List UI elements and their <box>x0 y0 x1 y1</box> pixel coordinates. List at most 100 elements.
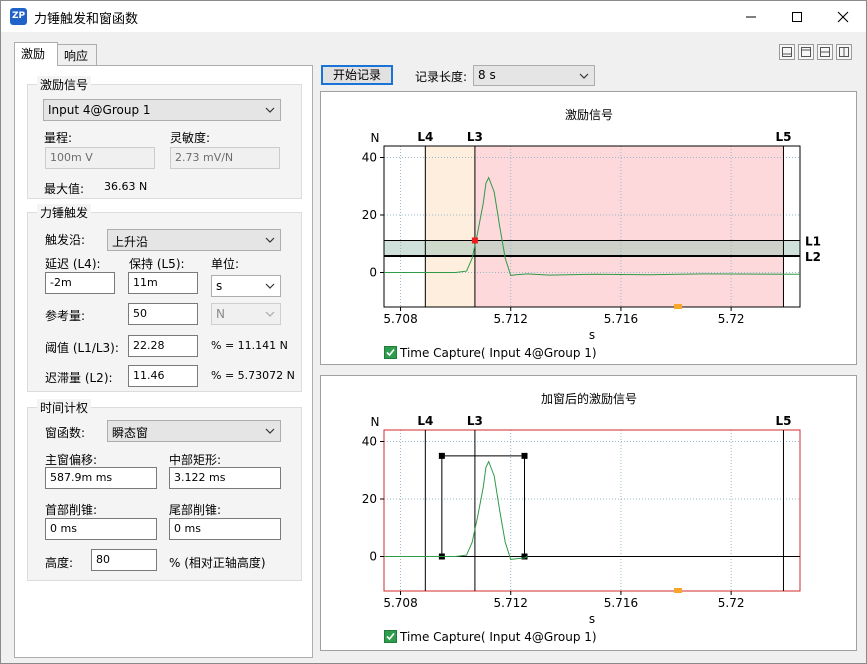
title-bar[interactable]: ZP 力锤触发和窗函数 <box>1 1 866 32</box>
trigger-point-marker <box>471 237 478 244</box>
x-axis-label: s <box>589 328 595 342</box>
hold-label: 保持 (L5): <box>129 257 185 271</box>
channel-select[interactable]: Input 4@Group 1 <box>43 99 281 121</box>
sensitivity-label: 灵敏度: <box>170 131 211 145</box>
layout-split-h-button[interactable] <box>817 44 833 60</box>
layout-single-icon <box>782 47 792 57</box>
legend-label: Time Capture( Input 4@Group 1) <box>400 346 597 360</box>
reference-value: 50 <box>133 307 147 320</box>
layout-single-button[interactable] <box>779 44 795 60</box>
threshold-input[interactable]: 22.28 <box>128 335 198 357</box>
hold-value: 11m <box>133 276 158 289</box>
plot-frame <box>383 429 801 592</box>
unit-select[interactable]: s <box>211 275 281 297</box>
delay-input[interactable]: -2m <box>45 272 115 294</box>
x-tick-label: 5.712 <box>494 312 528 326</box>
middle-rect-label: 中部矩形: <box>169 453 222 467</box>
excitation-chart[interactable]: 激励信号 5.708 5.712 5.716 5.72 0 20 40 Ns L4 L3 L5 L1 L2 <box>321 92 858 366</box>
excitation-chart-panel: 激励信号 5.708 5.712 5.716 5.72 0 20 40 Ns L4 L3 L5 L1 L2… <box>320 91 857 365</box>
threshold-label: 阈值 (L1/L3): <box>45 341 119 355</box>
minimize-button[interactable] <box>728 1 774 32</box>
close-icon <box>837 11 849 23</box>
trigger-edge-label: 触发沿: <box>45 233 86 247</box>
layout-top-icon <box>801 47 811 57</box>
marker-label-l3: L3 <box>467 414 483 428</box>
excitation-tab-panel: 激励信号 Input 4@Group 1 量程: 灵敏度: 100m V 2.7… <box>14 65 313 658</box>
max-value-label: 最大值: <box>44 182 85 196</box>
unit-value: s <box>216 279 223 293</box>
chevron-down-icon <box>265 237 275 243</box>
height-note: % (相对正轴高度) <box>169 556 266 570</box>
head-taper-input[interactable]: 0 ms <box>45 518 157 540</box>
window-shape <box>441 455 526 557</box>
marker-label-l3: L3 <box>467 130 483 144</box>
hysteresis-percent: % = 5.73072 N <box>211 369 295 382</box>
tab-response-label: 响应 <box>64 49 89 63</box>
head-taper-label: 首部削锥: <box>45 503 98 517</box>
reference-input[interactable]: 50 <box>128 303 198 325</box>
chart-legend: Time Capture( Input 4@Group 1) <box>384 346 597 360</box>
app-logo-icon: ZP <box>10 8 27 25</box>
y-axis-label: N <box>371 131 380 145</box>
sensitivity-value: 2.73 mV/N <box>175 151 234 164</box>
height-input[interactable]: 80 <box>91 549 157 571</box>
unit-label: 单位: <box>211 257 240 271</box>
range-field: 100m V <box>45 147 155 169</box>
main-offset-value: 587.9m ms <box>50 471 113 484</box>
x-tick-label: 5.72 <box>718 596 745 610</box>
start-record-button[interactable]: 开始记录 <box>321 65 393 85</box>
signal-line <box>384 460 528 560</box>
x-tick-label: 5.72 <box>718 312 745 326</box>
sensitivity-field: 2.73 mV/N <box>170 147 280 169</box>
chevron-down-icon <box>265 107 275 113</box>
main-offset-label: 主窗偏移: <box>45 453 98 467</box>
tail-taper-value: 0 ms <box>174 522 201 535</box>
range-label: 量程: <box>44 131 73 145</box>
tab-response[interactable]: 响应 <box>57 44 97 65</box>
legend-checkbox[interactable] <box>384 630 397 643</box>
legend-checkbox[interactable] <box>384 346 397 359</box>
windowed-chart[interactable]: 加窗后的激励信号 5.708 5.712 5.716 5.72 0 20 40 Ns L4 L3 L5 <box>321 376 858 652</box>
record-length-value: 8 s <box>478 68 496 82</box>
excitation-signal-group-title: 激励信号 <box>37 76 92 93</box>
tab-excitation[interactable]: 激励 <box>14 42 58 66</box>
y-tick-label: 40 <box>362 151 377 165</box>
reference-label: 参考量: <box>45 309 86 323</box>
marker-label-l4: L4 <box>417 414 433 428</box>
chevron-down-icon <box>265 283 275 289</box>
maximize-button[interactable] <box>774 1 820 32</box>
x-tick-label: 5.708 <box>383 312 417 326</box>
layout-top-button[interactable] <box>798 44 814 60</box>
x-tick-label: 5.708 <box>383 596 417 610</box>
legend-label: Time Capture( Input 4@Group 1) <box>400 630 597 644</box>
chevron-down-icon <box>265 311 275 317</box>
head-taper-value: 0 ms <box>50 522 77 535</box>
middle-rect-input[interactable]: 3.122 ms <box>169 467 281 489</box>
main-offset-input[interactable]: 587.9m ms <box>45 467 157 489</box>
x-axis-label: s <box>589 612 595 626</box>
x-tick-label: 5.712 <box>494 596 528 610</box>
hysteresis-input[interactable]: 11.46 <box>128 365 198 387</box>
marker-label-l5: L5 <box>775 414 791 428</box>
chart-legend: Time Capture( Input 4@Group 1) <box>384 630 597 644</box>
record-length-select[interactable]: 8 s <box>473 65 595 86</box>
range-value: 100m V <box>50 151 93 164</box>
reference-unit-value: N <box>216 307 225 321</box>
layout-split-v-button[interactable] <box>836 44 852 60</box>
tail-taper-input[interactable]: 0 ms <box>169 518 281 540</box>
window-handle <box>521 452 528 459</box>
trigger-edge-select[interactable]: 上升沿 <box>107 229 281 251</box>
window-handle <box>438 452 445 459</box>
hysteresis-band <box>384 240 800 257</box>
close-button[interactable] <box>820 1 866 32</box>
threshold-value: 22.28 <box>133 339 165 352</box>
hold-region <box>474 146 784 307</box>
window-function-select[interactable]: 瞬态窗 <box>107 420 281 442</box>
reference-unit-select: N <box>211 303 281 325</box>
chevron-down-icon <box>265 428 275 434</box>
hysteresis-label: 迟滞量 (L2): <box>45 371 113 385</box>
minimize-icon <box>746 16 756 18</box>
y-tick-label: 20 <box>362 492 377 506</box>
max-value: 36.63 N <box>104 180 148 193</box>
hold-input[interactable]: 11m <box>128 272 198 294</box>
